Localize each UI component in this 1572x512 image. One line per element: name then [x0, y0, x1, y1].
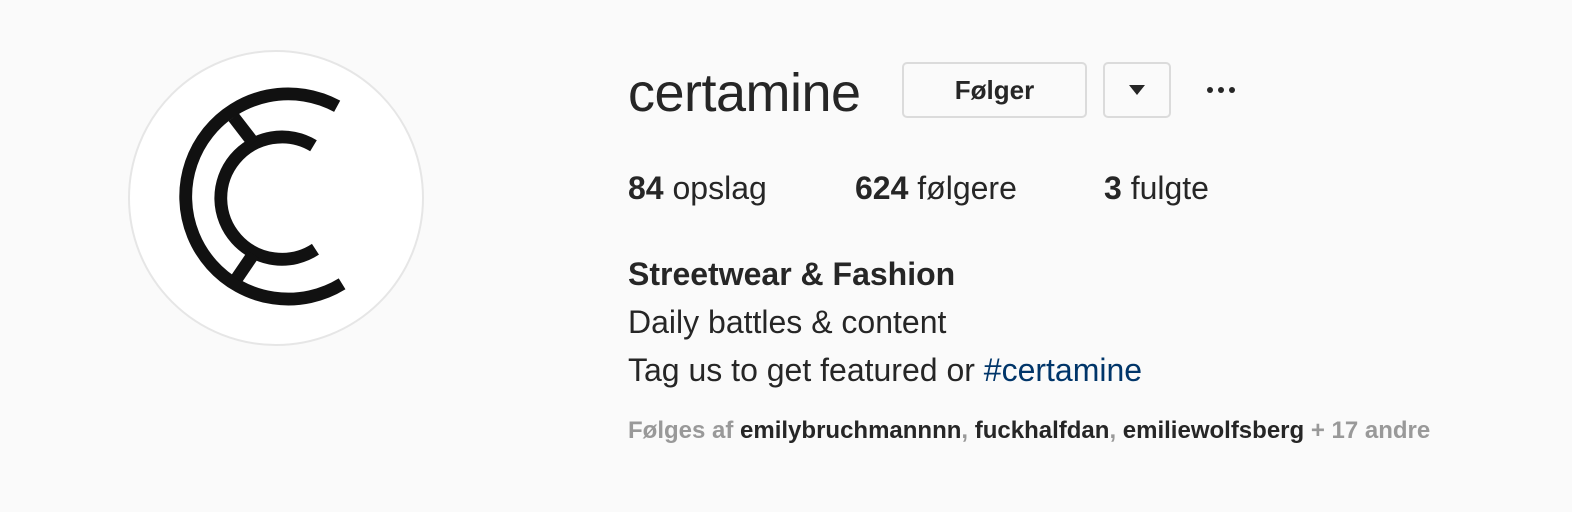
bio-line-1: Daily battles & content	[628, 304, 947, 340]
profile-avatar[interactable]	[128, 50, 424, 346]
followed-by-others-link[interactable]: + 17 andre	[1311, 417, 1430, 444]
followers-link[interactable]: 624 følgere	[855, 168, 1017, 208]
followed-by-prefix: Følges af	[628, 417, 734, 444]
following-link[interactable]: 3 fulgte	[1104, 168, 1209, 208]
profile-username: certamine	[628, 63, 861, 123]
follower-user-link[interactable]: fuckhalfdan	[975, 417, 1110, 444]
followed-by: Følges af emilybruchmannnn, fuckhalfdan,…	[628, 414, 1430, 448]
hashtag-link[interactable]: #certamine	[984, 352, 1142, 388]
more-options-icon	[1229, 87, 1235, 93]
separator: ,	[1109, 417, 1117, 444]
caret-down-icon	[1129, 85, 1145, 95]
posts-count-stat: 84 opslag	[628, 168, 767, 208]
more-options-icon	[1218, 87, 1224, 93]
suggestions-dropdown-button[interactable]	[1103, 62, 1171, 118]
follower-user-link[interactable]: emilybruchmannnn	[740, 417, 961, 444]
following-count: 3	[1104, 170, 1122, 206]
profile-bio: Streetwear & Fashion Daily battles & con…	[628, 250, 1142, 394]
bio-display-name: Streetwear & Fashion	[628, 256, 956, 292]
certamine-logo-icon	[179, 87, 346, 306]
posts-count: 84	[628, 170, 664, 206]
follower-user-link[interactable]: emiliewolfsberg	[1123, 417, 1304, 444]
bio-line-2-text: Tag us to get featured or	[628, 352, 984, 388]
following-button[interactable]: Følger	[902, 62, 1087, 118]
profile-header: certamine Følger 84 opslag 624 følgere 3…	[0, 0, 1572, 512]
followers-label: følgere	[917, 170, 1017, 206]
more-options-button[interactable]	[1200, 78, 1242, 102]
following-label: fulgte	[1130, 170, 1209, 206]
posts-label: opslag	[672, 170, 767, 206]
bio-line-2: Tag us to get featured or #certamine	[628, 346, 1142, 394]
separator: ,	[961, 417, 969, 444]
more-options-icon	[1207, 87, 1213, 93]
followers-count: 624	[855, 170, 909, 206]
